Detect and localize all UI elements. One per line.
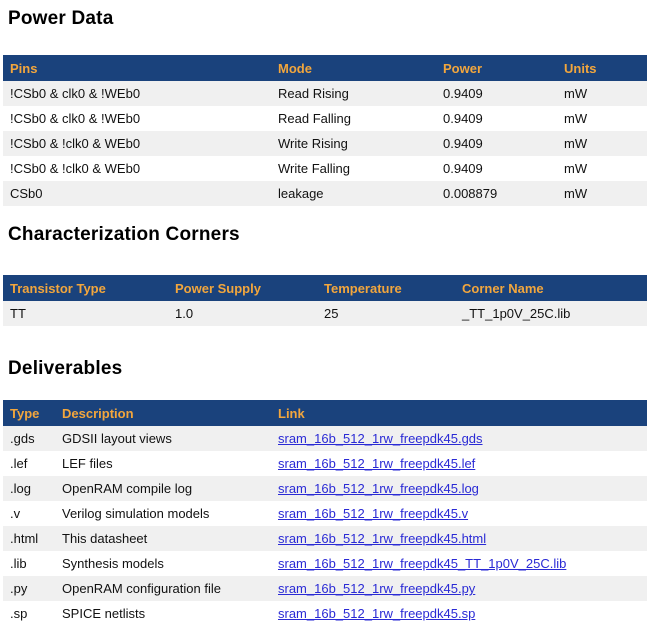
type-cell: .v [3, 501, 55, 526]
power-cell: 0.9409 [436, 131, 557, 156]
datasheet-page: Power Data Pins Mode Power Units !CSb0 &… [8, 8, 652, 626]
units-cell: mW [557, 106, 647, 131]
power-cell: 0.008879 [436, 181, 557, 206]
table-row: .v Verilog simulation models sram_16b_51… [3, 501, 647, 526]
lib-file-link[interactable]: sram_16b_512_1rw_freepdk45_TT_1p0V_25C.l… [278, 556, 566, 571]
description-cell: OpenRAM compile log [55, 476, 271, 501]
column-header-description: Description [55, 400, 271, 426]
characterization-corners-table: Transistor Type Power Supply Temperature… [3, 275, 647, 326]
table-row: !CSb0 & clk0 & !WEb0 Read Rising 0.9409 … [3, 81, 647, 106]
column-header-transistor-type: Transistor Type [3, 275, 168, 301]
mode-cell: Read Rising [271, 81, 436, 106]
type-cell: .lef [3, 451, 55, 476]
type-cell: .lib [3, 551, 55, 576]
corner-name-cell: _TT_1p0V_25C.lib [455, 301, 647, 326]
transistor-type-cell: TT [3, 301, 168, 326]
pins-cell: !CSb0 & !clk0 & WEb0 [3, 156, 271, 181]
table-row: .html This datasheet sram_16b_512_1rw_fr… [3, 526, 647, 551]
pins-cell: !CSb0 & clk0 & !WEb0 [3, 81, 271, 106]
description-cell: SPICE netlists [55, 601, 271, 626]
mode-cell: Write Falling [271, 156, 436, 181]
table-row: TT 1.0 25 _TT_1p0V_25C.lib [3, 301, 647, 326]
deliverables-title: Deliverables [8, 358, 652, 380]
column-header-link: Link [271, 400, 647, 426]
pins-cell: !CSb0 & clk0 & !WEb0 [3, 106, 271, 131]
table-row: CSb0 leakage 0.008879 mW [3, 181, 647, 206]
py-file-link[interactable]: sram_16b_512_1rw_freepdk45.py [278, 581, 475, 596]
units-cell: mW [557, 156, 647, 181]
column-header-mode: Mode [271, 55, 436, 81]
mode-cell: Write Rising [271, 131, 436, 156]
type-cell: .py [3, 576, 55, 601]
type-cell: .log [3, 476, 55, 501]
column-header-power: Power [436, 55, 557, 81]
table-row: !CSb0 & !clk0 & WEb0 Write Rising 0.9409… [3, 131, 647, 156]
table-row: .gds GDSII layout views sram_16b_512_1rw… [3, 426, 647, 451]
verilog-file-link[interactable]: sram_16b_512_1rw_freepdk45.v [278, 506, 468, 521]
column-header-power-supply: Power Supply [168, 275, 317, 301]
table-row: .log OpenRAM compile log sram_16b_512_1r… [3, 476, 647, 501]
units-cell: mW [557, 181, 647, 206]
units-cell: mW [557, 131, 647, 156]
description-cell: OpenRAM configuration file [55, 576, 271, 601]
table-row: .lef LEF files sram_16b_512_1rw_freepdk4… [3, 451, 647, 476]
characterization-corners-title: Characterization Corners [8, 224, 652, 246]
table-row: !CSb0 & !clk0 & WEb0 Write Falling 0.940… [3, 156, 647, 181]
deliverables-table: Type Description Link .gds GDSII layout … [3, 400, 647, 626]
column-header-pins: Pins [3, 55, 271, 81]
description-cell: LEF files [55, 451, 271, 476]
table-row: !CSb0 & clk0 & !WEb0 Read Falling 0.9409… [3, 106, 647, 131]
power-header-row: Pins Mode Power Units [3, 55, 647, 81]
corners-header-row: Transistor Type Power Supply Temperature… [3, 275, 647, 301]
power-cell: 0.9409 [436, 81, 557, 106]
table-row: .sp SPICE netlists sram_16b_512_1rw_free… [3, 601, 647, 626]
units-cell: mW [557, 81, 647, 106]
lef-file-link[interactable]: sram_16b_512_1rw_freepdk45.lef [278, 456, 475, 471]
temperature-cell: 25 [317, 301, 455, 326]
description-cell: Synthesis models [55, 551, 271, 576]
power-cell: 0.9409 [436, 156, 557, 181]
column-header-units: Units [557, 55, 647, 81]
gds-file-link[interactable]: sram_16b_512_1rw_freepdk45.gds [278, 431, 483, 446]
pins-cell: !CSb0 & !clk0 & WEb0 [3, 131, 271, 156]
sp-file-link[interactable]: sram_16b_512_1rw_freepdk45.sp [278, 606, 475, 621]
mode-cell: leakage [271, 181, 436, 206]
column-header-corner-name: Corner Name [455, 275, 647, 301]
deliverables-header-row: Type Description Link [3, 400, 647, 426]
html-file-link[interactable]: sram_16b_512_1rw_freepdk45.html [278, 531, 486, 546]
description-cell: GDSII layout views [55, 426, 271, 451]
table-row: .lib Synthesis models sram_16b_512_1rw_f… [3, 551, 647, 576]
power-supply-cell: 1.0 [168, 301, 317, 326]
table-row: .py OpenRAM configuration file sram_16b_… [3, 576, 647, 601]
log-file-link[interactable]: sram_16b_512_1rw_freepdk45.log [278, 481, 479, 496]
mode-cell: Read Falling [271, 106, 436, 131]
column-header-temperature: Temperature [317, 275, 455, 301]
description-cell: This datasheet [55, 526, 271, 551]
type-cell: .gds [3, 426, 55, 451]
description-cell: Verilog simulation models [55, 501, 271, 526]
power-data-table: Pins Mode Power Units !CSb0 & clk0 & !WE… [3, 55, 647, 206]
power-data-title: Power Data [8, 8, 652, 30]
type-cell: .html [3, 526, 55, 551]
pins-cell: CSb0 [3, 181, 271, 206]
type-cell: .sp [3, 601, 55, 626]
power-cell: 0.9409 [436, 106, 557, 131]
column-header-type: Type [3, 400, 55, 426]
